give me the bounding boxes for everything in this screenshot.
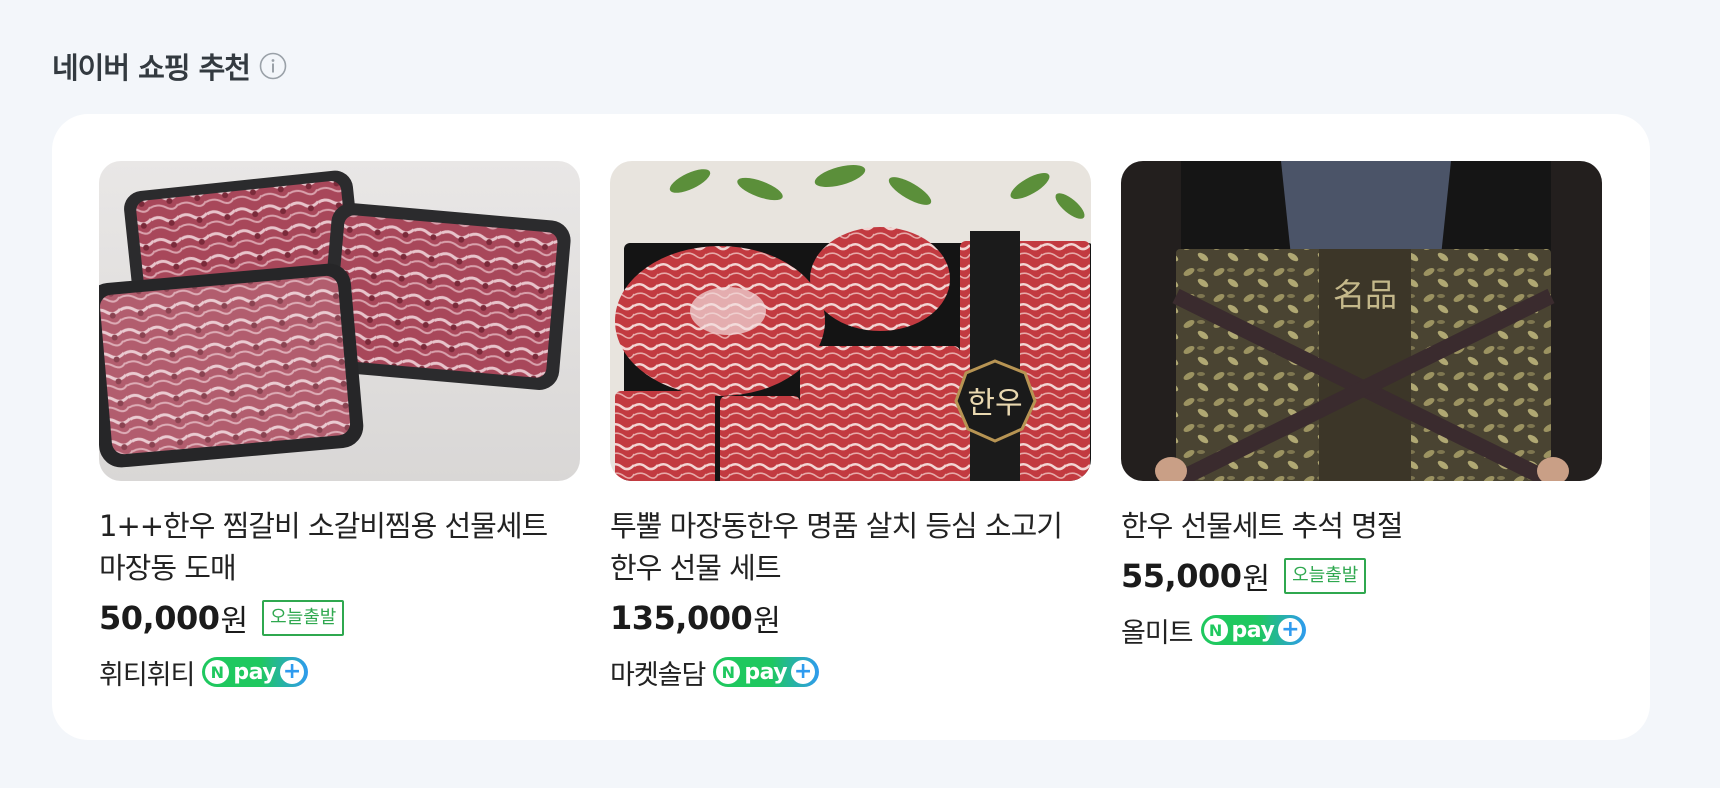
recommendation-panel: 1++한우 찜갈비 소갈비찜용 선물세트 마장동 도매 50,000 원 오늘출… <box>52 114 1650 740</box>
product-title[interactable]: 투뿔 마장동한우 명품 살치 등심 소고기 한우 선물 세트 <box>610 505 1091 589</box>
npay-plus-icon: + <box>280 660 305 684</box>
info-icon[interactable] <box>258 51 288 81</box>
product-title-line1: 1++한우 찜갈비 소갈비찜용 선물세트 <box>99 509 548 543</box>
npay-n-icon: N <box>1203 618 1228 642</box>
npay-n-icon: N <box>716 660 741 684</box>
shipping-badge: 오늘출발 <box>1284 558 1367 594</box>
seller-name[interactable]: 휘티휘티 <box>99 653 195 692</box>
product-card[interactable]: 한우 투뿔 마장동한우 명품 살치 등심 소고기 한우 선물 세트 135,00… <box>610 161 1091 693</box>
product-title-line1: 한우 선물세트 추석 명절 <box>1121 509 1403 543</box>
npay-plus-badge: N pay + <box>1200 615 1307 645</box>
price-currency: 원 <box>1242 562 1271 597</box>
seller-row: 휘티휘티 N pay + <box>99 651 580 693</box>
hanwoo-emblem-text: 한우 <box>967 386 1022 421</box>
seller-name[interactable]: 올미트 <box>1121 611 1194 650</box>
section-title: 네이버 쇼핑 추천 <box>52 51 251 85</box>
myungpum-label-text: 名品 <box>1333 276 1397 314</box>
price-row: 55,000 원 오늘출발 <box>1121 553 1602 599</box>
shipping-badge: 오늘출발 <box>262 600 345 636</box>
npay-text: pay <box>744 659 788 685</box>
product-card[interactable]: 1++한우 찜갈비 소갈비찜용 선물세트 마장동 도매 50,000 원 오늘출… <box>99 161 580 693</box>
product-list: 1++한우 찜갈비 소갈비찜용 선물세트 마장동 도매 50,000 원 오늘출… <box>99 161 1602 693</box>
product-title[interactable]: 한우 선물세트 추석 명절 <box>1121 505 1602 547</box>
seller-row: 마켓솔담 N pay + <box>610 651 1091 693</box>
price-row: 50,000 원 오늘출발 <box>99 595 580 641</box>
npay-n-icon: N <box>205 660 230 684</box>
seller-name[interactable]: 마켓솔담 <box>610 653 706 692</box>
product-title-line2: 마장동 도매 <box>99 551 237 585</box>
product-image[interactable] <box>99 161 580 481</box>
npay-text: pay <box>1231 617 1275 643</box>
product-title-line1: 투뿔 마장동한우 명품 살치 등심 소고기 <box>610 509 1063 543</box>
product-title[interactable]: 1++한우 찜갈비 소갈비찜용 선물세트 마장동 도매 <box>99 505 580 589</box>
product-price: 135,000 <box>610 599 753 637</box>
npay-plus-icon: + <box>1278 618 1303 642</box>
price-currency: 원 <box>220 604 249 639</box>
price-currency: 원 <box>753 604 781 639</box>
product-image[interactable]: 한우 <box>610 161 1091 481</box>
product-title-line2: 한우 선물 세트 <box>610 551 782 585</box>
product-price: 55,000 <box>1121 557 1242 595</box>
npay-text: pay <box>233 659 277 685</box>
section-header: 네이버 쇼핑 추천 <box>52 44 288 88</box>
npay-plus-icon: + <box>791 660 816 684</box>
price-row: 135,000 원 <box>610 595 1091 641</box>
seller-row: 올미트 N pay + <box>1121 609 1602 651</box>
product-card[interactable]: 名品 한우 선물세트 추석 명절 55,000 원 오늘출발 올미트 N pay <box>1121 161 1602 693</box>
product-price: 50,000 <box>99 599 220 637</box>
npay-plus-badge: N pay + <box>713 657 820 687</box>
product-image[interactable]: 名品 <box>1121 161 1602 481</box>
npay-plus-badge: N pay + <box>202 657 309 687</box>
